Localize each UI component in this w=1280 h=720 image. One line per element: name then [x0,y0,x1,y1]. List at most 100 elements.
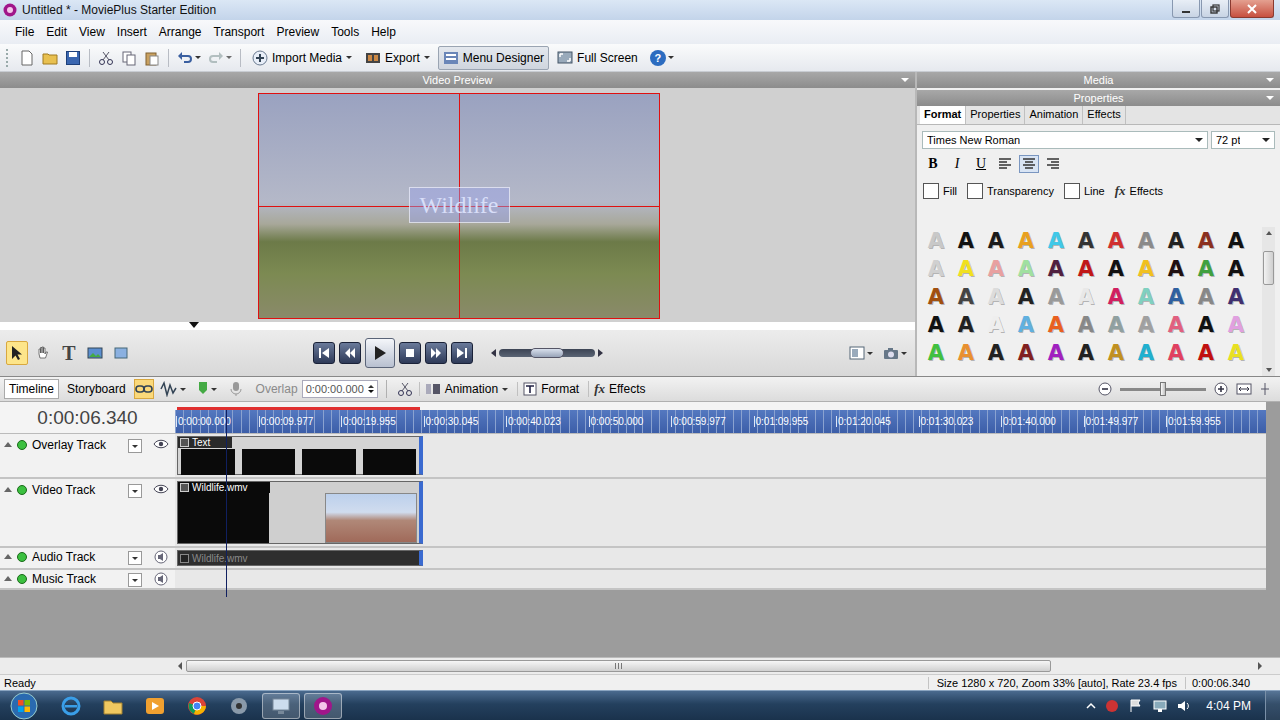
track-header[interactable]: Video Track [0,479,175,548]
tab[interactable]: Properties [966,106,1025,124]
text-style-preset[interactable]: A [921,339,951,367]
text-style-preset[interactable]: A [1041,227,1071,255]
taskbar-app[interactable] [94,693,132,719]
time-ruler[interactable]: 0:00:00.0000:00:09.9770:00:19.9550:00:30… [175,402,1266,434]
transport-button[interactable] [339,342,361,364]
split-button[interactable] [395,379,415,399]
menu-item[interactable]: Tools [325,23,365,41]
gallery-scrollbar[interactable] [1262,227,1275,376]
align-center-button[interactable] [1019,155,1039,173]
transport-button[interactable] [399,342,421,364]
track-menu-button[interactable] [128,551,142,565]
volume-icon[interactable] [1176,698,1192,714]
timeline-tab[interactable]: Timeline [4,379,59,399]
properties-header[interactable]: Properties [917,90,1280,106]
cut-button[interactable] [96,47,116,69]
flag-icon[interactable] [1128,698,1144,714]
menu-item[interactable]: File [9,23,40,41]
record-button[interactable] [226,379,246,399]
track-view-button[interactable] [158,379,188,399]
text-style-preset[interactable]: A [1041,339,1071,367]
bold-button[interactable]: B [923,155,943,173]
clip-menu-icon[interactable] [180,438,189,447]
effects-button[interactable]: fxEffects [1115,183,1163,199]
collapse-arrow-icon[interactable] [4,576,12,581]
text-style-preset[interactable]: A [1011,255,1041,283]
tool-button[interactable] [110,341,132,365]
text-style-preset[interactable]: A [1011,227,1041,255]
video-frame[interactable]: Wildlife [258,93,660,319]
marker-icon[interactable] [189,322,199,328]
toolbar-button[interactable]: Export [360,46,435,70]
underline-button[interactable]: U [971,155,991,173]
track-enabled-icon[interactable] [17,485,27,495]
scroll-thumb[interactable] [186,660,1051,672]
show-desktop-button[interactable] [1265,691,1280,720]
text-style-preset[interactable]: A [1011,311,1041,339]
text-style-preset[interactable]: A [1071,339,1101,367]
track-header[interactable]: Overlay Track [0,434,175,479]
taskbar-app[interactable] [304,693,342,719]
track-header[interactable]: Audio Track [0,548,175,570]
open-button[interactable] [40,47,60,69]
snapshot-button[interactable] [881,342,909,364]
text-style-preset[interactable]: A [1191,311,1221,339]
text-style-preset[interactable]: A [1071,227,1101,255]
timeline-scrollbar[interactable] [0,657,1280,674]
text-style-preset[interactable]: A [981,255,1011,283]
animation-button[interactable]: Animation [419,382,513,396]
text-style-preset[interactable]: A [1101,255,1131,283]
help-button[interactable]: ? [650,50,674,66]
text-style-preset[interactable]: A [1041,311,1071,339]
text-object[interactable]: Wildlife [409,187,510,223]
text-style-preset[interactable]: A [951,311,981,339]
text-style-preset[interactable]: A [1131,227,1161,255]
tool-button[interactable] [6,341,28,365]
taskbar-app[interactable] [136,693,174,719]
video-clip[interactable]: Wildlife.wmv [177,481,423,544]
taskbar-app[interactable] [262,693,300,719]
track-enabled-icon[interactable] [17,574,27,584]
scroll-thumb[interactable] [1263,251,1274,285]
menu-item[interactable]: Arrange [153,23,208,41]
text-clip[interactable]: Text [177,436,423,475]
tool-button[interactable]: T [58,341,80,365]
scroll-left-arrow[interactable] [178,662,182,670]
format-button[interactable]: Format [517,382,584,396]
show-hidden-icons-icon[interactable] [1086,701,1096,711]
italic-button[interactable]: I [947,155,967,173]
text-style-preset[interactable]: A [981,339,1011,367]
text-style-preset[interactable]: A [981,311,1011,339]
clip-menu-icon[interactable] [180,554,189,563]
transport-button[interactable] [365,338,395,368]
menu-item[interactable]: Edit [40,23,73,41]
zoom-fit-icon[interactable] [1236,382,1252,396]
snap-toggle[interactable] [134,379,154,399]
option-checkbox[interactable]: Transparency [967,183,1054,199]
text-style-preset[interactable]: A [1101,311,1131,339]
track-menu-button[interactable] [128,439,142,453]
text-style-preset[interactable]: A [1071,311,1101,339]
panel-menu-arrow[interactable] [1266,96,1274,100]
text-style-preset[interactable]: A [1161,283,1191,311]
toolbar-button[interactable]: Full Screen [552,46,643,70]
panel-menu-arrow[interactable] [1266,78,1274,82]
taskbar-app[interactable] [220,693,258,719]
spin-up-icon[interactable] [368,385,374,388]
minimize-button[interactable] [1172,0,1200,18]
start-button[interactable] [0,691,48,720]
clock[interactable]: 4:04 PM [1200,699,1257,713]
text-style-preset[interactable]: A [1131,311,1161,339]
text-style-preset[interactable]: A [1221,339,1251,367]
text-style-preset[interactable]: A [1011,283,1041,311]
zoom-in-icon[interactable] [1214,382,1228,396]
toolbar-grip[interactable] [6,49,11,67]
text-style-preset[interactable]: A [951,283,981,311]
track-menu-button[interactable] [128,573,142,587]
text-style-preset[interactable]: A [1011,339,1041,367]
close-button[interactable] [1230,0,1274,18]
option-checkbox[interactable]: Fill [923,183,957,199]
text-style-preset[interactable]: A [1161,255,1191,283]
speaker-icon[interactable] [153,572,169,586]
spinner-arrows[interactable] [368,385,377,393]
